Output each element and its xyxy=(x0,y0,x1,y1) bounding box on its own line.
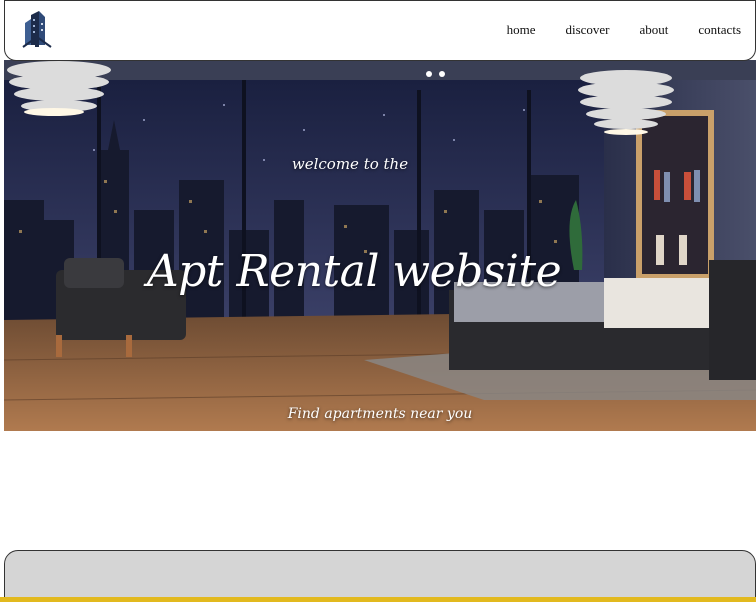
hero-title: Apt Rental website xyxy=(146,246,562,297)
nav-links: home discover about contacts xyxy=(477,22,741,38)
nav-home-link[interactable]: home xyxy=(507,22,536,38)
hero-banner: welcome to the Apt Rental website Find a… xyxy=(4,60,756,431)
building-logo-icon[interactable] xyxy=(21,9,53,49)
nav-discover-link[interactable]: discover xyxy=(565,22,609,38)
navbar: home discover about contacts xyxy=(4,0,756,61)
nav-contacts-link[interactable]: contacts xyxy=(698,22,741,38)
bottom-accent-strip xyxy=(0,597,756,602)
hero-welcome-text: welcome to the xyxy=(291,155,409,173)
section-card xyxy=(4,550,756,602)
hero-subtitle: Find apartments near you xyxy=(287,406,473,422)
nav-about-link[interactable]: about xyxy=(640,22,669,38)
